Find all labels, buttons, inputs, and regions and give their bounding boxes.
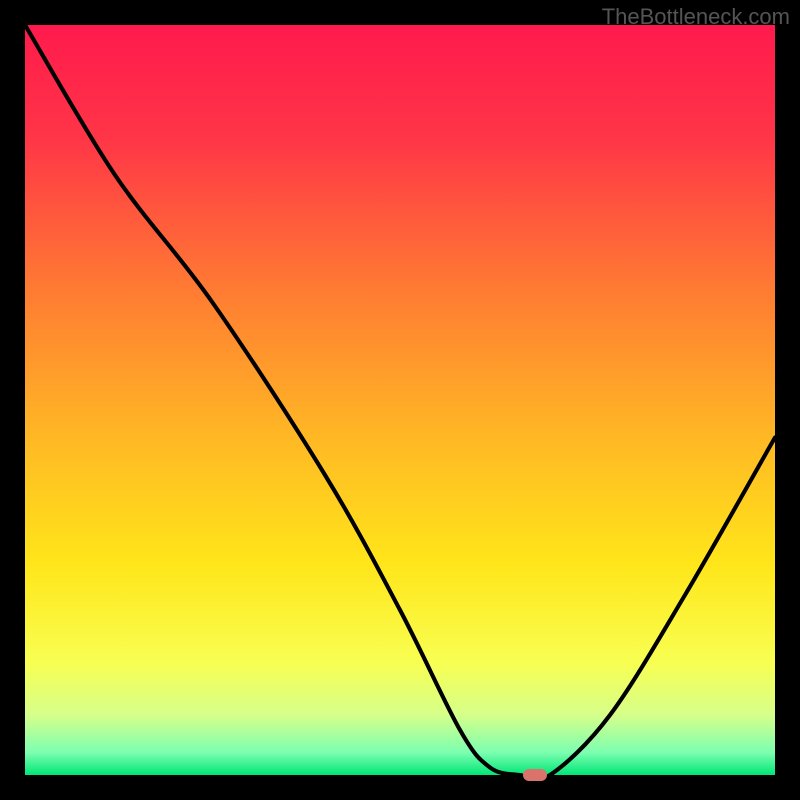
- watermark-text: TheBottleneck.com: [602, 4, 790, 30]
- plot-area: [25, 25, 775, 775]
- optimal-marker: [523, 769, 547, 781]
- bottleneck-curve: [25, 25, 775, 775]
